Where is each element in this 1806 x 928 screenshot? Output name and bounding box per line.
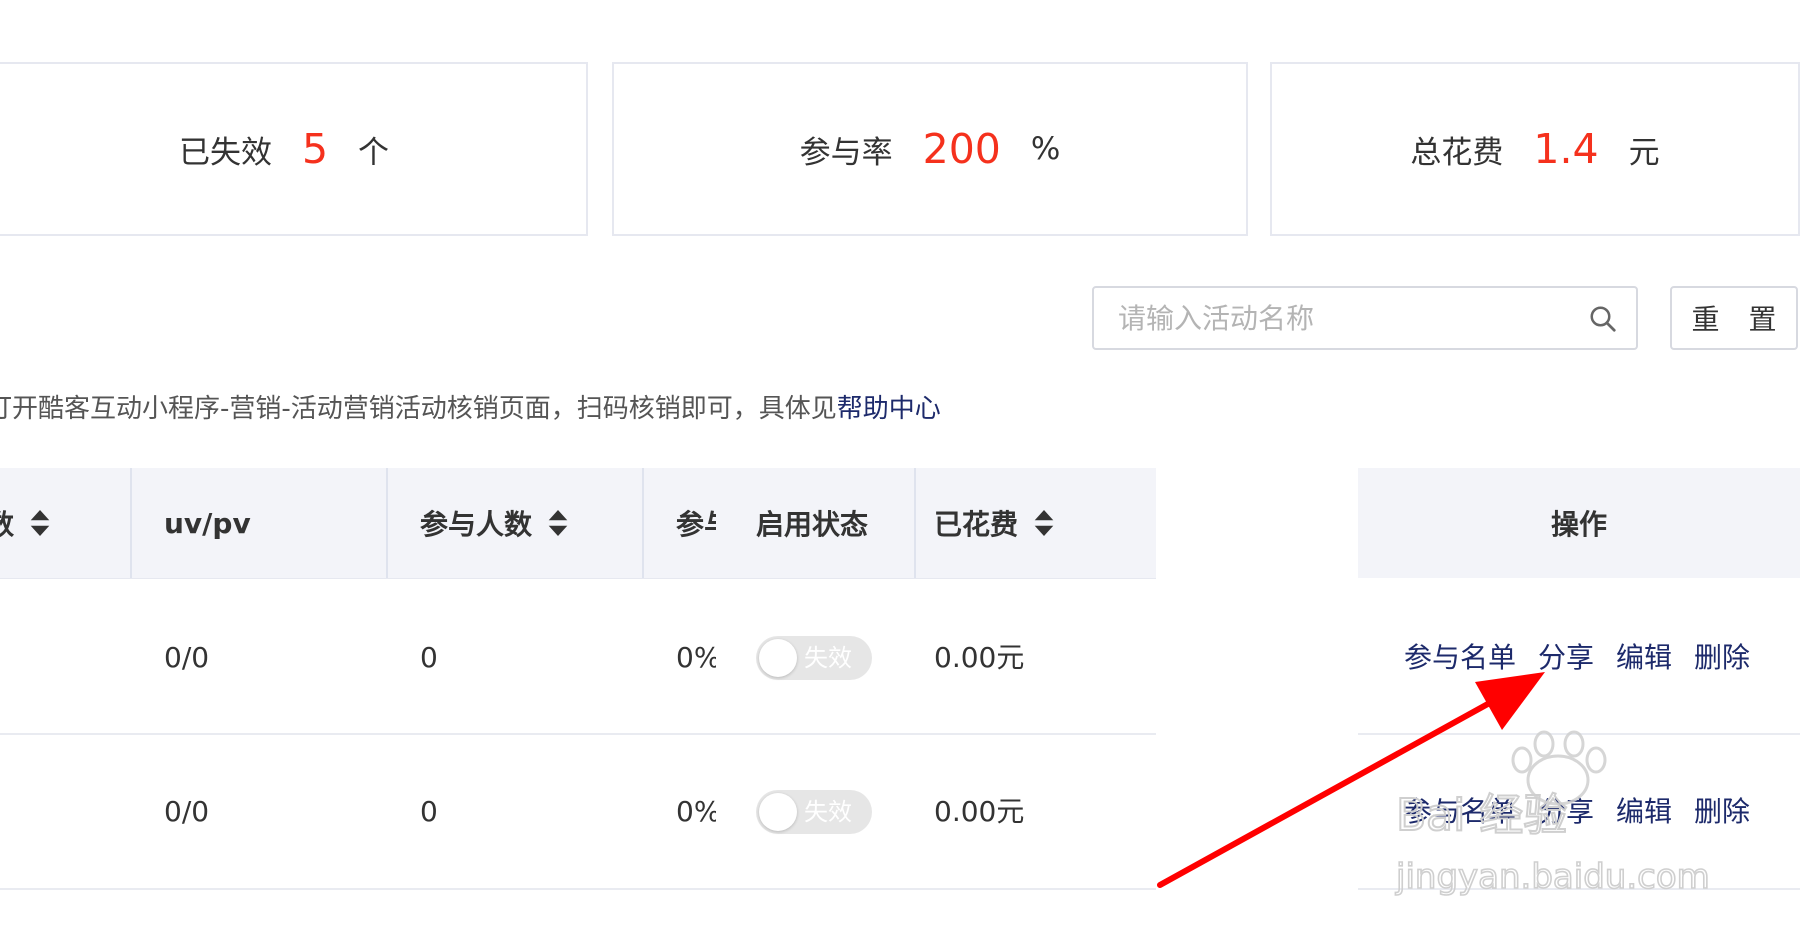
stat-label: 总花费 — [1410, 134, 1504, 171]
sort-icon[interactable] — [548, 510, 568, 536]
reset-button[interactable]: 重 置 — [1670, 286, 1798, 350]
status-toggle[interactable]: 失效 — [756, 636, 872, 680]
stat-value: 1.4 — [1533, 125, 1599, 173]
col-header-participants[interactable]: 参与人数 — [420, 468, 640, 578]
search-input[interactable] — [1096, 290, 1576, 346]
sort-icon[interactable] — [1034, 510, 1054, 536]
col-header-uvpv: uv/pv — [164, 506, 251, 540]
column-divider — [386, 468, 388, 578]
row-divider — [0, 888, 1156, 890]
search-box — [1092, 286, 1638, 350]
stat-label: 已失效 — [178, 134, 272, 171]
cell-cost: 0.00元 — [934, 795, 1025, 828]
status-toggle[interactable]: 失效 — [756, 790, 872, 834]
toggle-label: 失效 — [804, 798, 852, 826]
stat-card-total-cost: 总花费 1.4 元 — [1270, 62, 1800, 236]
notice-text: 打开酷客互动小程序-营销-活动营销活动核销页面，扫码核销即可，具体见帮助中心 — [0, 388, 941, 425]
cell-uvpv: 0/0 — [164, 795, 210, 828]
table-header: 数 uv/pv 参与人数 参与率 启用状态 已花费 — [0, 468, 1156, 579]
col-header-cost[interactable]: 已花费 — [934, 468, 1134, 578]
column-divider — [642, 468, 644, 578]
col-header-status: 启用状态 — [756, 508, 869, 541]
col-header-rate: 参与率 — [676, 508, 716, 541]
col-header-count[interactable]: 数 — [0, 468, 126, 578]
stat-card-expired: 已失效 5 个 — [0, 62, 588, 236]
column-divider — [914, 468, 916, 578]
help-center-link[interactable]: 帮助中心 — [837, 394, 941, 424]
cell-participants: 0 — [420, 641, 438, 674]
col-header-actions: 操作 — [1358, 468, 1800, 578]
cell-rate: 0% — [676, 641, 716, 674]
sort-icon[interactable] — [30, 510, 50, 536]
stat-unit: 个 — [358, 134, 390, 171]
toggle-label: 失效 — [804, 644, 852, 672]
stat-unit: % — [1030, 131, 1061, 167]
cell-uvpv: 0/0 — [164, 641, 210, 674]
delete-link[interactable]: 删除 — [1694, 641, 1750, 674]
stat-unit: 元 — [1628, 134, 1660, 171]
stat-value: 200 — [922, 125, 1001, 173]
stat-card-participation-rate: 参与率 200 % — [612, 62, 1248, 236]
annotation-arrow — [1157, 672, 1545, 888]
row-divider — [0, 733, 1156, 735]
cell-cost: 0.00元 — [934, 641, 1025, 674]
stat-label: 参与率 — [799, 134, 893, 171]
column-divider — [130, 468, 132, 578]
stat-value: 5 — [301, 125, 329, 173]
cell-participants: 0 — [420, 795, 438, 828]
cell-rate: 0% — [676, 795, 716, 828]
edit-link[interactable]: 编辑 — [1616, 641, 1672, 674]
notice-body: 打开酷客互动小程序-营销-活动营销活动核销页面，扫码核销即可，具体见 — [0, 394, 837, 424]
search-icon[interactable] — [1588, 304, 1618, 334]
toggle-knob — [759, 793, 797, 831]
toggle-knob — [759, 639, 797, 677]
